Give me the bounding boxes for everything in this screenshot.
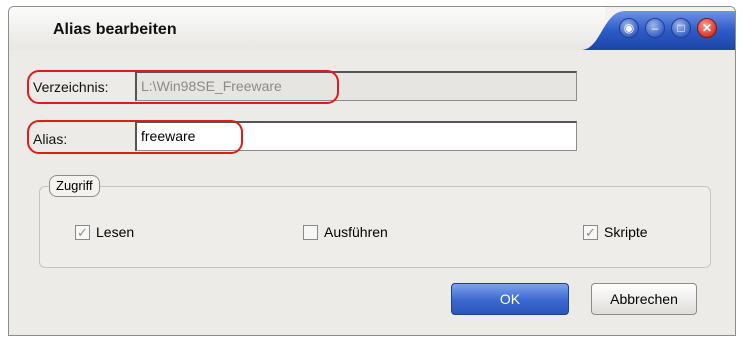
- cancel-button[interactable]: Abbrechen: [591, 283, 697, 315]
- alias-value: freeware: [141, 128, 196, 144]
- dialog-content: Verzeichnis: L:\Win98SE_Freeware Alias: …: [9, 50, 735, 335]
- alias-label: Alias:: [33, 131, 68, 147]
- help-button[interactable]: ◉: [619, 18, 639, 38]
- checkbox-lesen[interactable]: ✓ Lesen: [75, 224, 134, 240]
- alias-dialog: Alias bearbeiten ◉ – □ ✕ Verzeichnis: L:…: [8, 6, 736, 336]
- close-icon: ✕: [701, 21, 713, 35]
- alias-input[interactable]: freeware: [135, 121, 577, 151]
- minimize-icon: –: [651, 21, 659, 35]
- checkbox-label: Ausführen: [324, 224, 388, 240]
- access-group-title: Zugriff: [49, 175, 100, 197]
- checkbox-label: Lesen: [96, 224, 135, 240]
- ok-button[interactable]: OK: [451, 283, 569, 315]
- directory-label: Verzeichnis:: [33, 79, 109, 95]
- title-bar[interactable]: Alias bearbeiten ◉ – □ ✕: [9, 7, 735, 51]
- checkbox-skripte[interactable]: ✓ Skripte: [583, 224, 648, 240]
- dialog-title: Alias bearbeiten: [53, 21, 177, 38]
- minimize-button[interactable]: –: [645, 18, 665, 38]
- checkbox-ausfuehren[interactable]: Ausführen: [303, 224, 388, 240]
- maximize-button[interactable]: □: [671, 18, 691, 38]
- directory-field: L:\Win98SE_Freeware: [135, 71, 577, 101]
- close-button[interactable]: ✕: [697, 18, 717, 38]
- checkbox-unchecked-icon: [303, 224, 318, 240]
- maximize-icon: □: [677, 21, 685, 35]
- directory-value: L:\Win98SE_Freeware: [141, 78, 282, 94]
- checkbox-checked-icon: ✓: [583, 224, 598, 240]
- title-tab: Alias bearbeiten: [9, 7, 605, 51]
- checkbox-label: Skripte: [604, 224, 648, 240]
- help-icon: ◉: [623, 21, 635, 35]
- checkbox-checked-icon: ✓: [75, 224, 90, 240]
